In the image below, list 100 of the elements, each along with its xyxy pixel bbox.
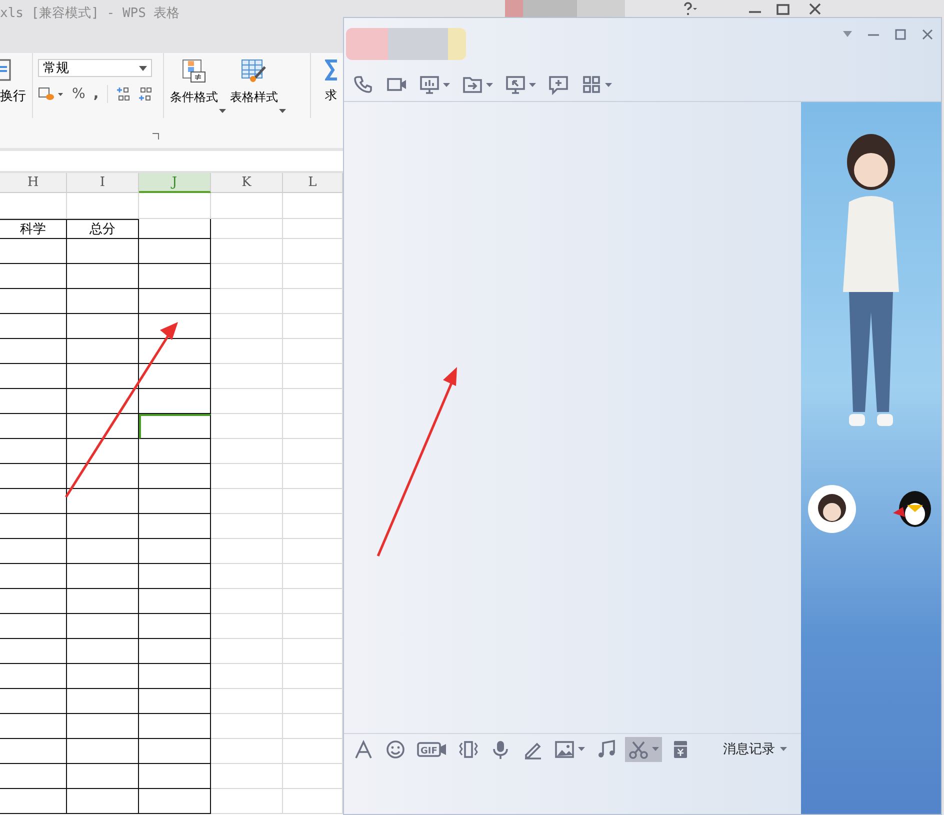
- table-cell: [0, 314, 67, 339]
- table-cell: [211, 239, 283, 264]
- table-cell: [139, 219, 211, 239]
- table-cell: [211, 764, 283, 789]
- avatar-icon[interactable]: [807, 484, 857, 534]
- dialog-launcher-icon[interactable]: [152, 133, 159, 140]
- active-cell[interactable]: [139, 414, 211, 439]
- table-cell: [0, 664, 67, 689]
- table-cell: [211, 664, 283, 689]
- sigma-icon[interactable]: [325, 59, 337, 81]
- column-header[interactable]: K: [211, 173, 283, 193]
- caret-icon: [219, 109, 226, 113]
- table-cell: [0, 639, 67, 664]
- table-cell: [0, 439, 67, 464]
- table-cell: [211, 689, 283, 714]
- toolbar-button[interactable]: [419, 74, 450, 95]
- table-cell: [0, 614, 67, 639]
- toolbar-button[interactable]: [625, 736, 662, 762]
- column-header[interactable]: L: [283, 173, 343, 193]
- table-cell: [67, 714, 139, 739]
- maximize-icon[interactable]: [776, 2, 790, 16]
- maximize-icon[interactable]: [895, 28, 906, 40]
- ribbon-button[interactable]: 表格样式: [230, 59, 284, 118]
- grid-icon: [581, 74, 602, 95]
- scissors-icon: [628, 738, 649, 760]
- music-note-icon: [596, 738, 617, 760]
- table-cell: [67, 314, 139, 339]
- table-cell: [67, 564, 139, 589]
- percent-button[interactable]: %: [72, 86, 86, 102]
- dropdown-arrow-icon[interactable]: [843, 31, 852, 37]
- table-cell: [211, 414, 283, 439]
- increase-decimal-icon[interactable]: [116, 86, 130, 102]
- caret-icon: [605, 82, 612, 86]
- toolbar-button[interactable]: [548, 74, 569, 95]
- image-icon: [554, 738, 575, 760]
- table-cell: [211, 314, 283, 339]
- toolbar-button[interactable]: [353, 74, 374, 95]
- table-cell: [211, 789, 283, 814]
- close-icon[interactable]: [808, 2, 822, 16]
- table-cell: [211, 714, 283, 739]
- table-cell: [211, 614, 283, 639]
- table-cell: 科学: [0, 219, 67, 239]
- monitor-arrow-icon: [505, 74, 526, 95]
- table-cell: [67, 789, 139, 814]
- table-cell: [0, 514, 67, 539]
- toolbar-button[interactable]: [505, 74, 536, 95]
- table-cell: [211, 219, 283, 239]
- table-cell: [211, 639, 283, 664]
- table-cell: [67, 539, 139, 564]
- shake-icon: [458, 738, 479, 760]
- table-cell: [0, 464, 67, 489]
- wrap-text-button[interactable]: 换行: [0, 87, 26, 105]
- table-cell: [211, 514, 283, 539]
- table-cell: [67, 414, 139, 439]
- close-icon[interactable]: [922, 28, 933, 40]
- comma-button[interactable]: ,: [93, 86, 99, 102]
- table-cell: [0, 789, 67, 814]
- table-cell: [67, 489, 139, 514]
- number-format-dropdown[interactable]: 常规: [38, 59, 152, 77]
- table-cell: [211, 589, 283, 614]
- toolbar-button[interactable]: [581, 74, 612, 95]
- message-history-button[interactable]: 消息记录: [723, 740, 775, 758]
- table-cell: [0, 739, 67, 764]
- ribbon-button[interactable]: 条件格式: [170, 59, 224, 118]
- table-cell: [67, 239, 139, 264]
- caret-icon[interactable]: [578, 747, 585, 751]
- table-cell: [211, 193, 283, 219]
- table-cell: [67, 364, 139, 389]
- phone-icon: [353, 74, 374, 95]
- table-cell: [67, 264, 139, 289]
- table-cell: [67, 614, 139, 639]
- table-cell: [211, 489, 283, 514]
- chat-plus-icon: [548, 74, 569, 95]
- wrap-text-icon[interactable]: [0, 59, 12, 81]
- caret-icon[interactable]: [652, 747, 659, 751]
- caret-icon[interactable]: [780, 747, 787, 751]
- help-icon[interactable]: [682, 2, 698, 16]
- table-cell: [67, 193, 139, 219]
- table-cell: [67, 289, 139, 314]
- conditional-format-icon: [182, 59, 206, 83]
- table-cell: [67, 664, 139, 689]
- table-cell: [211, 564, 283, 589]
- sum-button[interactable]: 求: [325, 87, 337, 104]
- table-cell: [0, 193, 67, 219]
- table-cell: [211, 364, 283, 389]
- decrease-decimal-icon[interactable]: [138, 86, 152, 102]
- table-cell: [211, 389, 283, 414]
- font-icon: [353, 738, 374, 760]
- currency-icon[interactable]: [38, 87, 64, 101]
- table-cell: 总分: [67, 219, 139, 239]
- table-cell: [0, 264, 67, 289]
- toolbar-button[interactable]: [462, 74, 493, 95]
- table-cell: [0, 289, 67, 314]
- table-cell: [67, 589, 139, 614]
- column-header[interactable]: I: [67, 173, 139, 193]
- table-cell: [0, 389, 67, 414]
- table-cell: [0, 539, 67, 564]
- column-header[interactable]: H: [0, 173, 67, 193]
- table-cell: [0, 364, 67, 389]
- table-cell: [0, 689, 67, 714]
